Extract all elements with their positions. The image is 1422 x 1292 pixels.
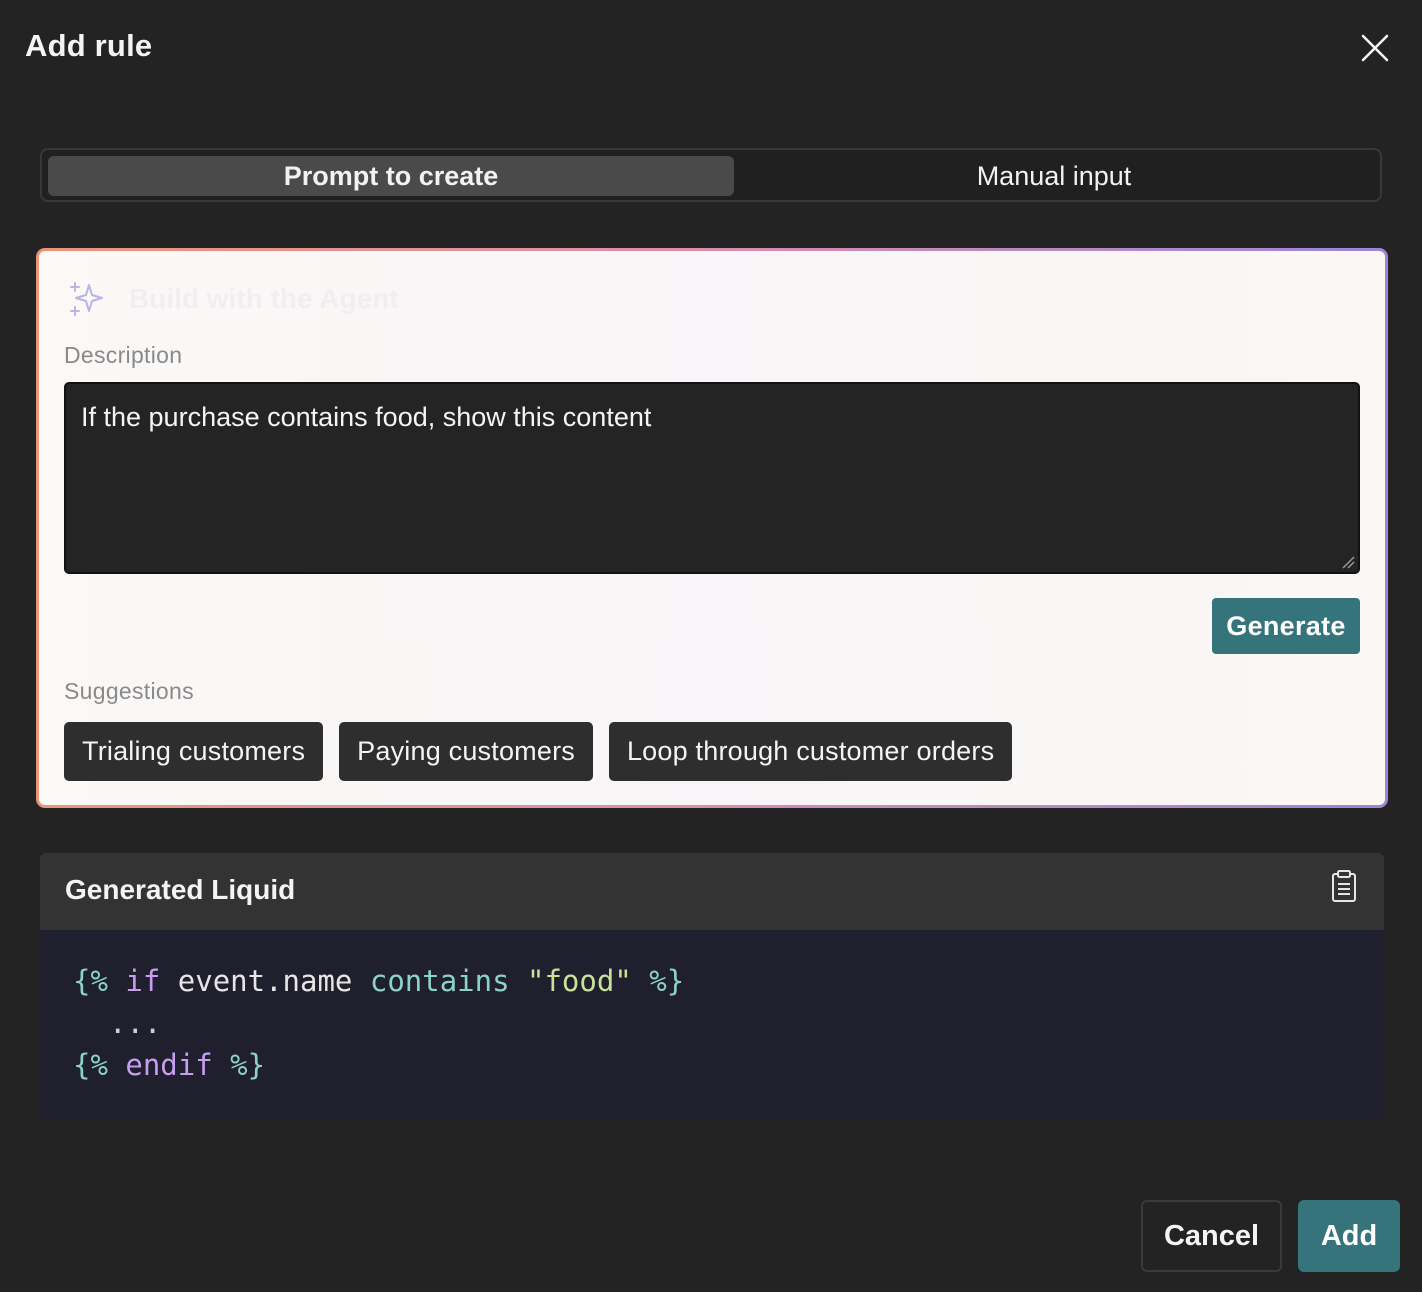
code-open-tag: {% [73,1048,108,1082]
code-keyword: endif [125,1048,213,1082]
code-keyword: if [125,964,161,998]
suggestion-loop-orders[interactable]: Loop through customer orders [608,722,1013,781]
tab-prompt-to-create[interactable]: Prompt to create [48,156,734,196]
generate-button[interactable]: Generate [1212,598,1360,654]
suggestion-paying-customers[interactable]: Paying customers [339,722,593,781]
mode-tabs: Prompt to create Manual input [40,148,1382,202]
description-value: If the purchase contains food, show this… [81,402,652,432]
generated-liquid-header: Generated Liquid [40,853,1384,930]
cancel-button[interactable]: Cancel [1141,1200,1282,1272]
suggestions-label: Suggestions [64,678,194,704]
generated-liquid-panel: Generated Liquid {% if event.name contai… [40,853,1384,1120]
code-operator: contains [369,964,510,998]
code-close-tag: %} [230,1048,266,1082]
code-line-3: {% endif %} [73,1048,265,1082]
code-line-2: ... [109,1006,161,1040]
sparkle-icon [70,282,103,316]
agent-panel-border: Build with the Agent Description If the … [36,248,1388,808]
dialog-title: Add rule [25,28,153,63]
description-label: Description [64,342,183,368]
agent-title: Build with the Agent [129,283,399,314]
code-open-tag: {% [73,964,108,998]
clipboard-icon [1332,870,1356,902]
code-ellipsis: ... [109,1006,162,1040]
tab-manual-input[interactable]: Manual input [734,156,1374,196]
code-variable: event.name [177,964,353,998]
close-icon [1361,34,1389,62]
add-button[interactable]: Add [1298,1200,1400,1272]
code-close-tag: %} [649,964,685,998]
code-block: {% if event.name contains "food" %} ... … [40,930,1384,1120]
close-button[interactable] [1355,28,1395,68]
agent-header: Build with the Agent [67,279,399,319]
code-line-1: {% if event.name contains "food" %} [73,964,684,998]
suggestion-trialing-customers[interactable]: Trialing customers [64,722,324,781]
description-textarea[interactable]: If the purchase contains food, show this… [64,382,1360,574]
copy-button[interactable] [1327,869,1361,905]
add-rule-dialog: Add rule Prompt to create Manual input B… [0,0,1422,1292]
agent-panel: Build with the Agent Description If the … [39,251,1385,805]
code-string: "food" [527,964,632,998]
resize-handle-icon[interactable] [1341,555,1355,569]
generated-liquid-title: Generated Liquid [65,874,296,905]
suggestions-list: Trialing customers Paying customers Loop… [64,722,1013,781]
